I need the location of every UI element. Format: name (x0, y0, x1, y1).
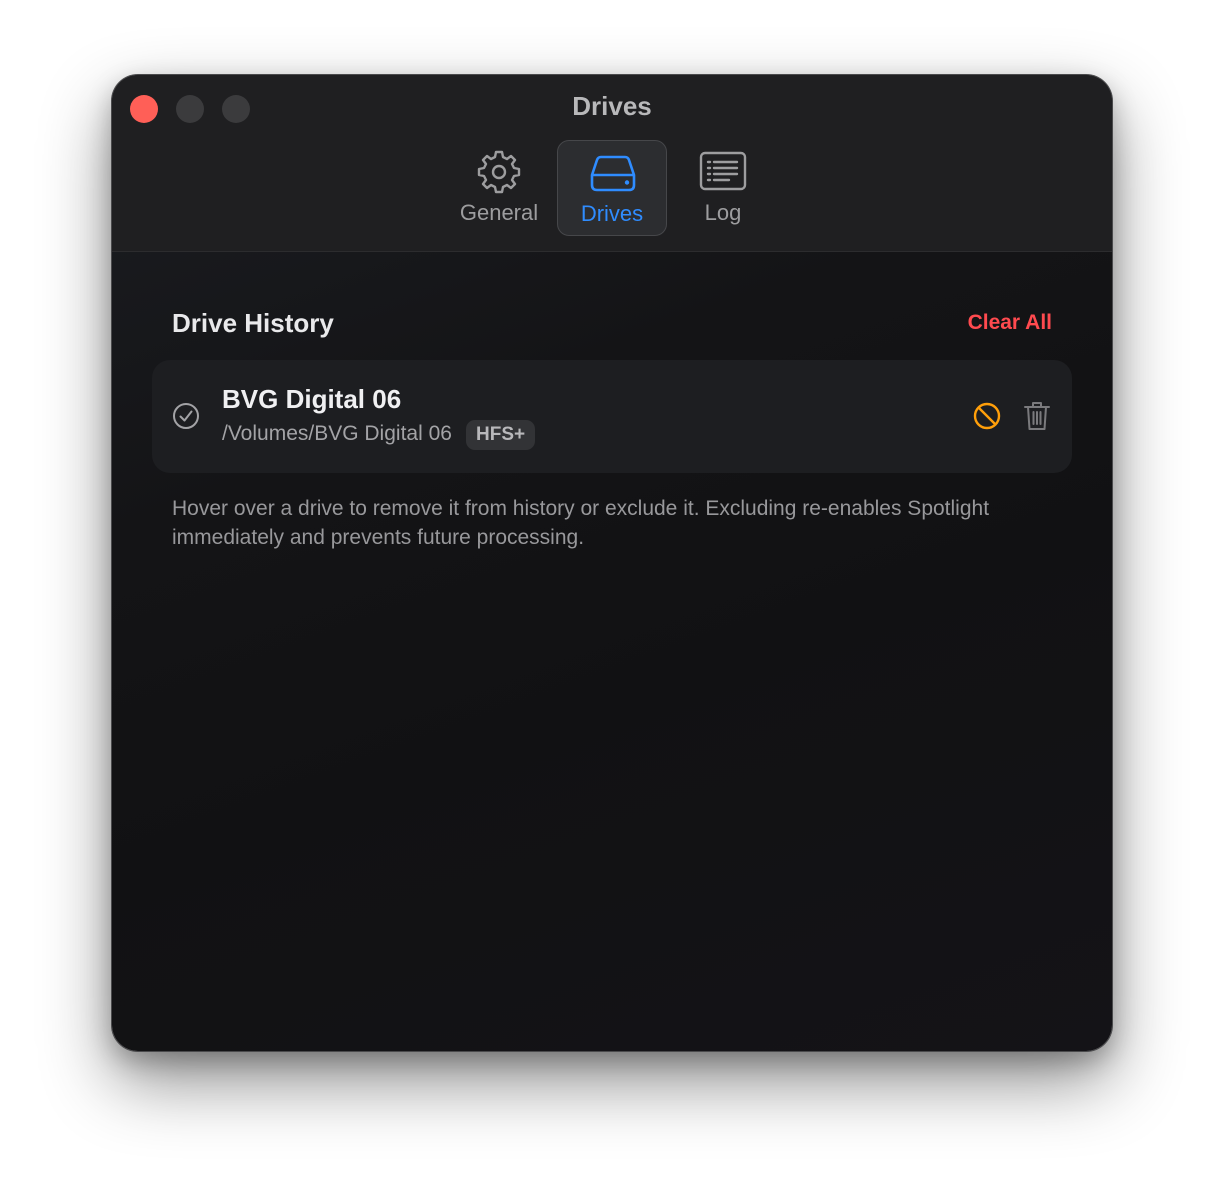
toolbar: Drives General Drives Log (112, 75, 1112, 252)
drive-history-title: Drive History (172, 308, 334, 338)
drive-list-item[interactable]: BVG Digital 06 /Volumes/BVG Digital 06 H… (152, 360, 1072, 473)
preferences-tabs: General Drives Log (112, 140, 1112, 236)
gear-icon (477, 150, 521, 194)
filesystem-badge: HFS+ (466, 420, 536, 450)
tab-log[interactable]: Log (668, 140, 778, 236)
clear-all-button[interactable]: Clear All (968, 311, 1052, 335)
exclude-icon[interactable] (972, 401, 1002, 431)
trash-icon[interactable] (1022, 400, 1052, 432)
tab-general[interactable]: General (444, 140, 554, 236)
window-title: Drives (572, 91, 652, 121)
preferences-window: Drives General Drives Log Drive History … (112, 75, 1112, 1051)
tab-drives-label: Drives (580, 201, 644, 226)
help-text: Hover over a drive to remove it from his… (172, 497, 990, 549)
checkmark-circle-icon (173, 403, 199, 429)
tab-general-label: General (459, 200, 539, 225)
tab-drives[interactable]: Drives (557, 140, 667, 236)
drive-name: BVG Digital 06 (222, 384, 402, 414)
tab-log-label: Log (704, 200, 742, 225)
drive-icon (590, 155, 636, 192)
log-icon (699, 151, 747, 191)
drive-path: /Volumes/BVG Digital 06 (222, 422, 452, 445)
